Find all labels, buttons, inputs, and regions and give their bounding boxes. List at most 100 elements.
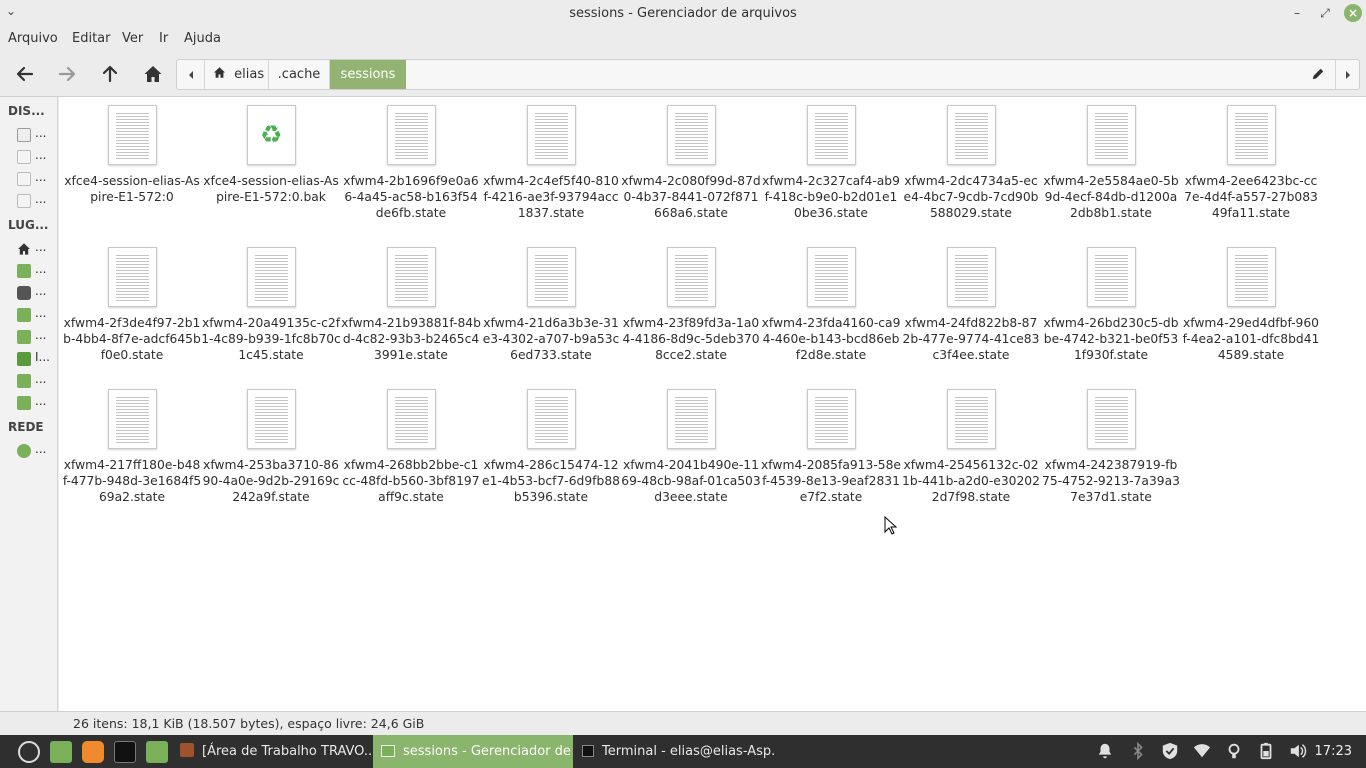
file-item[interactable]: xfwm4-21b93881f-84bd-4c82-93b3-b2465c439… <box>341 239 481 379</box>
sidebar-item-music[interactable]: ... <box>17 328 57 346</box>
taskbar: [Área de Trabalho TRAVO... sessions - Ge… <box>0 735 1366 768</box>
file-item[interactable]: xfwm4-2085fa913-58ef-4539-8e13-9eaf2831e… <box>761 381 901 521</box>
file-name: xfwm4-2b1696f9e0a66-4a45-ac58-b163f54de6… <box>343 174 479 220</box>
file-name: xfwm4-2c327caf4-ab9f-418c-b9e0-b2d01e10b… <box>762 174 900 220</box>
chevron-left-icon <box>188 71 193 79</box>
drive-icon <box>17 172 31 186</box>
desktop-folder-icon <box>17 264 31 278</box>
home-button[interactable] <box>138 60 168 88</box>
music-folder-icon <box>17 330 31 344</box>
sidebar-item-device[interactable]: ... <box>17 192 57 210</box>
sidebar-item-documents[interactable]: ... <box>17 306 57 324</box>
volume-icon[interactable] <box>1288 742 1308 762</box>
menu-ir[interactable]: Ir <box>159 31 168 46</box>
sidebar-item-pictures[interactable]: I... <box>17 350 57 368</box>
file-name: xfwm4-23f89fd3a-1a04-4186-8d9c-5deb3708c… <box>622 316 760 362</box>
file-item[interactable]: xfwm4-21d6a3b3e-31e3-4302-a707-b9a53c6ed… <box>481 239 621 379</box>
battery-icon[interactable] <box>1256 742 1276 762</box>
file-item[interactable]: xfwm4-23fda4160-ca94-460e-b143-bcd86ebf2… <box>761 239 901 379</box>
file-name: xfwm4-2f3de4f97-2b1b-4bb4-8f7e-adcf645bf… <box>63 316 201 362</box>
text-file-icon <box>667 105 716 165</box>
file-view[interactable]: xfce4-session-elias-Aspire-E1-572:0 ♻ xfce… <box>59 97 1366 711</box>
menu-ver[interactable]: Ver <box>122 31 143 46</box>
downloads-folder-icon <box>17 396 31 410</box>
taskbar-window-terminal[interactable]: Terminal - elias@elias-Asp... <box>574 735 774 768</box>
maximize-button[interactable]: ⤢ <box>1316 4 1334 22</box>
sidebar-item-videos[interactable]: ... <box>17 372 57 390</box>
file-item[interactable]: xfwm4-268bb2bbe-c1cc-48fd-b560-3bf8197af… <box>341 381 481 521</box>
file-item[interactable]: xfwm4-2ee6423bc-cc7e-4d4f-a557-27b08349f… <box>1181 97 1321 237</box>
file-item[interactable]: xfwm4-2dc4734a5-ece4-4bc7-9cdb-7cd90b588… <box>901 97 1041 237</box>
taskbar-window-desktop[interactable]: [Área de Trabalho TRAVO... <box>172 735 372 768</box>
file-item[interactable]: xfwm4-2b1696f9e0a66-4a45-ac58-b163f54de6… <box>341 97 481 237</box>
folder-icon <box>381 745 395 757</box>
sidebar-item-network[interactable]: ... <box>17 442 57 460</box>
minimize-button[interactable]: – <box>1288 4 1306 22</box>
file-name: xfce4-session-elias-Aspire-E1-572:0.bak <box>203 174 339 204</box>
sidebar-item-device[interactable]: ... <box>17 148 57 166</box>
file-item[interactable]: xfwm4-26bd230c5-dbbe-4742-b321-be0f531f9… <box>1041 239 1181 379</box>
notifications-icon[interactable] <box>1095 742 1115 762</box>
terminal-icon[interactable] <box>114 741 136 763</box>
file-item[interactable]: xfwm4-253ba3710-8690-4a0e-9d2b-29169c242… <box>201 381 341 521</box>
back-button[interactable] <box>10 60 40 88</box>
text-file-icon <box>1227 247 1276 307</box>
shield-icon[interactable] <box>1160 742 1180 762</box>
sidebar-item-trash[interactable]: ... <box>17 284 57 302</box>
text-file-icon <box>387 247 436 307</box>
menu-icon[interactable] <box>18 741 40 763</box>
show-desktop-icon[interactable] <box>50 741 72 763</box>
text-file-icon <box>1087 105 1136 165</box>
menu-arquivo[interactable]: Arquivo <box>8 31 58 46</box>
sidebar-item-desktop[interactable]: ... <box>17 262 57 280</box>
firefox-icon[interactable] <box>82 741 104 763</box>
text-file-icon <box>387 389 436 449</box>
path-scroll-right-button[interactable] <box>1335 60 1359 89</box>
up-button[interactable] <box>95 60 125 88</box>
bluetooth-icon[interactable] <box>1128 741 1148 762</box>
path-bar: elias .cache sessions <box>176 59 1360 90</box>
file-item[interactable]: xfwm4-2041b490e-1169-48cb-98af-01ca503d3… <box>621 381 761 521</box>
file-name: xfwm4-26bd230c5-dbbe-4742-b321-be0f531f9… <box>1043 316 1179 362</box>
path-segment-home[interactable]: elias <box>205 60 269 89</box>
file-item[interactable]: xfwm4-2f3de4f97-2b1b-4bb4-8f7e-adcf645bf… <box>62 239 202 379</box>
menu-ajuda[interactable]: Ajuda <box>184 31 221 46</box>
file-item[interactable]: xfwm4-23f89fd3a-1a04-4186-8d9c-5deb3708c… <box>621 239 761 379</box>
file-item[interactable]: xfwm4-29ed4dfbf-960f-4ea2-a101-dfc8bd414… <box>1181 239 1321 379</box>
path-scroll-left-button[interactable] <box>177 60 205 89</box>
file-name: xfwm4-286c15474-12e1-4b53-bcf7-6d9fb88b5… <box>482 458 620 504</box>
menu-editar[interactable]: Editar <box>72 31 111 46</box>
file-item[interactable]: xfwm4-217ff180e-b48f-477b-948d-3e1684f56… <box>62 381 202 521</box>
close-button[interactable]: × <box>1344 4 1362 22</box>
clock[interactable]: 17:23 <box>1315 735 1352 768</box>
forward-button[interactable] <box>52 60 82 88</box>
file-item[interactable]: xfwm4-242387919-fb75-4752-9213-7a39a37e3… <box>1041 381 1181 521</box>
text-file-icon <box>807 389 856 449</box>
sidebar-item-device[interactable]: ... <box>17 126 57 144</box>
path-segment-cache[interactable]: .cache <box>269 60 330 89</box>
file-item[interactable]: xfwm4-286c15474-12e1-4b53-bcf7-6d9fb88b5… <box>481 381 621 521</box>
sidebar-item-device[interactable]: ... <box>17 170 57 188</box>
file-item[interactable]: xfwm4-2c4ef5f40-810f-4216-ae3f-93794acc1… <box>481 97 621 237</box>
file-item[interactable]: xfwm4-2c327caf4-ab9f-418c-b9e0-b2d01e10b… <box>761 97 901 237</box>
wifi-icon[interactable] <box>1192 742 1212 762</box>
taskbar-window-files[interactable]: sessions - Gerenciador de ... <box>373 735 573 768</box>
redshift-icon[interactable] <box>1224 742 1244 762</box>
sidebar-item-downloads[interactable]: ... <box>17 394 57 412</box>
text-file-icon <box>247 247 296 307</box>
file-item[interactable]: xfwm4-24fd822b8-872b-477e-9774-41ce83c3f… <box>901 239 1041 379</box>
window-title: sessions - Gerenciador de arquivos <box>569 6 797 21</box>
path-segment-sessions[interactable]: sessions <box>330 60 406 89</box>
file-item[interactable]: xfwm4-25456132c-021b-441b-a2d0-e302022d7… <box>901 381 1041 521</box>
edit-path-button[interactable] <box>1311 67 1327 83</box>
file-name: xfwm4-20a49135c-c2f1-4c89-b939-1fc8b70c1… <box>201 316 341 362</box>
file-item[interactable]: xfce4-session-elias-Aspire-E1-572:0 <box>62 97 202 237</box>
file-item[interactable]: xfwm4-2e5584ae0-5b9d-4ecf-84db-d1200a2db… <box>1041 97 1181 237</box>
file-item[interactable]: xfwm4-20a49135c-c2f1-4c89-b939-1fc8b70c1… <box>201 239 341 379</box>
file-item[interactable]: ♻ xfce4-session-elias-Aspire-E1-572:0.bak <box>201 97 341 237</box>
file-name: xfwm4-268bb2bbe-c1cc-48fd-b560-3bf8197af… <box>342 458 480 504</box>
sidebar-item-home[interactable]: ... <box>17 240 57 258</box>
file-item[interactable]: xfwm4-2c080f99d-87d0-4b37-8441-072f87166… <box>621 97 761 237</box>
home-icon <box>213 67 226 78</box>
files-icon[interactable] <box>146 741 168 763</box>
